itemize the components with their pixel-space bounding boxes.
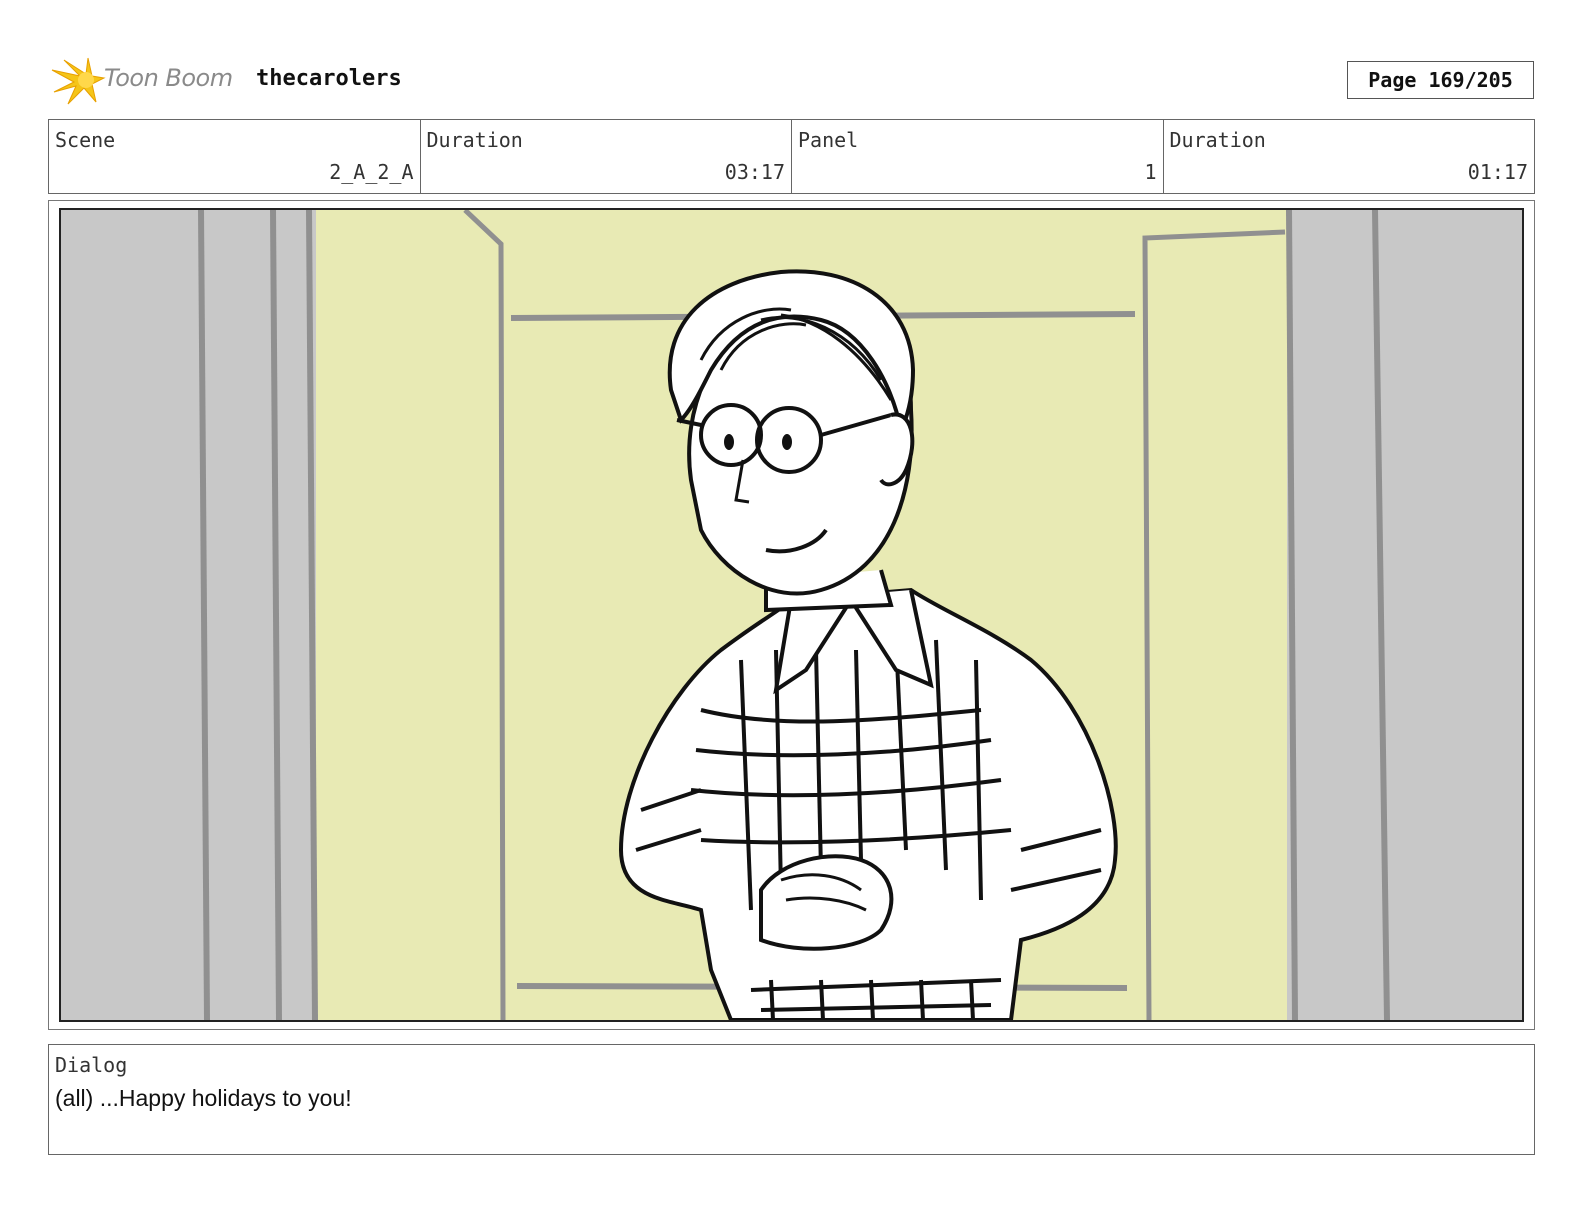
storyboard-panel-frame	[48, 200, 1535, 1030]
logo-text: Toon Boom	[104, 64, 233, 92]
scene-value: 2_A_2_A	[329, 160, 414, 184]
panel-duration-cell: Duration 01:17	[1164, 120, 1535, 193]
panel-duration-value: 01:17	[1467, 160, 1528, 184]
dialog-text: (all) ...Happy holidays to you!	[55, 1085, 352, 1111]
scene-cell: Scene 2_A_2_A	[49, 120, 421, 193]
scene-duration-cell: Duration 03:17	[421, 120, 792, 193]
panel-label: Panel	[798, 128, 859, 152]
scene-duration-value: 03:17	[724, 160, 785, 184]
project-title: thecarolers	[256, 66, 402, 91]
panel-drawing	[61, 210, 1522, 1020]
panel-duration-label: Duration	[1169, 128, 1266, 152]
toon-boom-logo: Toon Boom	[50, 56, 240, 106]
storyboard-panel-image	[59, 208, 1524, 1022]
star-burst-icon	[51, 57, 106, 105]
panel-value: 1	[1144, 160, 1157, 184]
page-indicator: Page 169/205	[1347, 61, 1534, 99]
dialog-label: Dialog	[55, 1053, 128, 1077]
scene-info-table: Scene 2_A_2_A Duration 03:17 Panel 1 Dur…	[48, 119, 1535, 194]
scene-label: Scene	[55, 128, 116, 152]
scene-duration-label: Duration	[426, 128, 523, 152]
panel-cell: Panel 1	[792, 120, 1164, 193]
dialog-box: Dialog (all) ...Happy holidays to you!	[48, 1044, 1535, 1155]
